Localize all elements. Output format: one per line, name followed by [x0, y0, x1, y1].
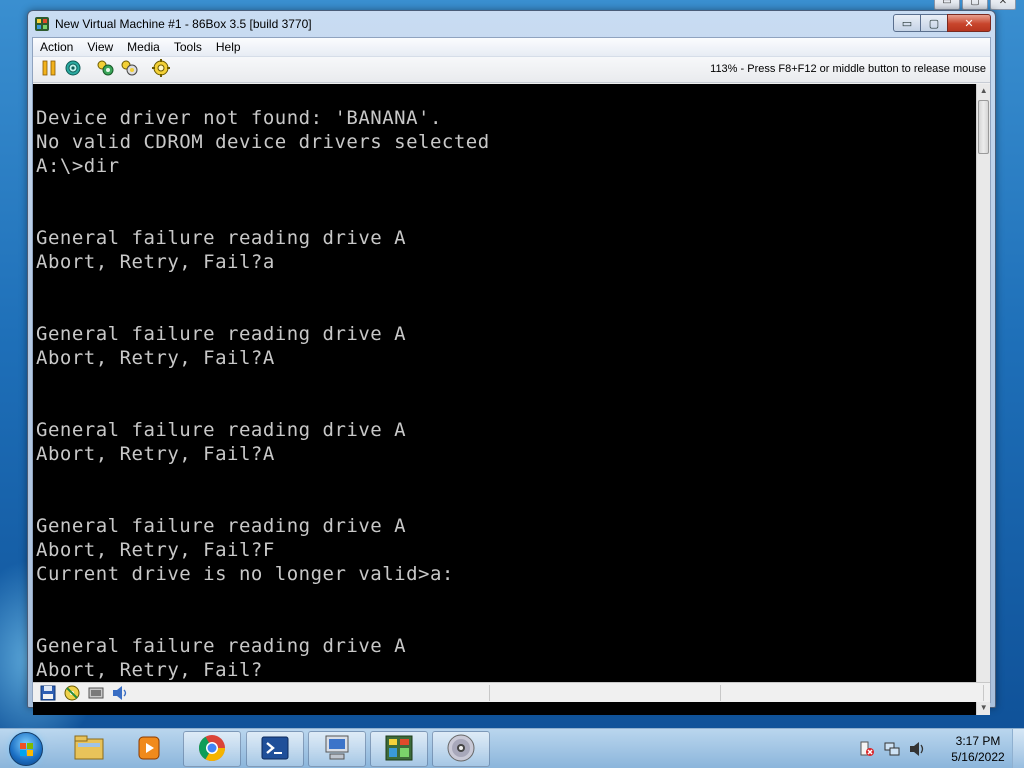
pause-button[interactable] — [39, 60, 59, 80]
toolbar: 113% - Press F8+F12 or middle button to … — [33, 57, 990, 83]
console-line: General failure reading drive A — [36, 515, 407, 537]
console-line: Abort, Retry, Fail?a — [36, 251, 275, 273]
action-center-icon[interactable] — [859, 741, 875, 757]
reset-button[interactable] — [95, 60, 115, 80]
taskbar-dvd[interactable] — [432, 731, 490, 767]
status-bar — [33, 682, 990, 702]
emulator-area: Device driver not found: 'BANANA'. No val… — [33, 84, 990, 715]
console-line: Abort, Retry, Fail? — [36, 659, 263, 681]
background-window-controls: ▭ ▢ ✕ — [934, 0, 1016, 10]
background-minimize-icon: ▭ — [934, 0, 960, 10]
taskbar-virtual-pc[interactable] — [308, 731, 366, 767]
media-player-icon — [135, 734, 163, 765]
chrome-icon — [197, 733, 227, 766]
console-line: General failure reading drive A — [36, 227, 407, 249]
console-line: General failure reading drive A — [36, 323, 407, 345]
mouse-release-status: 113% - Press F8+F12 or middle button to … — [710, 63, 986, 75]
window-controls: ▭ ▢ ✕ — [893, 14, 991, 32]
windows-logo-icon — [9, 732, 43, 766]
taskbar-powershell[interactable] — [246, 731, 304, 767]
console-line: Current drive is no longer valid>a: — [36, 563, 454, 585]
86box-app-icon[interactable] — [34, 16, 50, 32]
start-button[interactable] — [6, 732, 46, 766]
console-line: Device driver not found: 'BANANA'. — [36, 107, 442, 129]
status-bar-dividers — [489, 685, 990, 701]
console-line: Abort, Retry, Fail?F — [36, 539, 275, 561]
settings-icon — [152, 59, 170, 80]
network-tray-icon[interactable] — [884, 741, 900, 757]
hard-reset-icon — [120, 59, 138, 80]
taskbar-explorer[interactable] — [60, 731, 118, 767]
scroll-thumb[interactable] — [978, 100, 990, 154]
close-button[interactable]: ✕ — [947, 14, 991, 32]
vertical-scrollbar[interactable]: ▲ ▼ — [976, 84, 990, 715]
sound-icon[interactable] — [111, 685, 129, 701]
ctrl-alt-del-icon — [65, 60, 81, 79]
reset-icon — [96, 59, 114, 80]
background-close-icon: ✕ — [990, 0, 1016, 10]
menu-action[interactable]: Action — [33, 40, 80, 54]
clock-time: 3:17 PM — [955, 734, 1001, 748]
menu-tools[interactable]: Tools — [167, 40, 209, 54]
pause-icon — [41, 60, 57, 79]
taskbar-media-player[interactable] — [120, 731, 178, 767]
maximize-button[interactable]: ▢ — [920, 14, 948, 32]
hard-reset-button[interactable] — [119, 60, 139, 80]
window-title: New Virtual Machine #1 - 86Box 3.5 [buil… — [55, 17, 312, 31]
maximize-icon: ▢ — [928, 17, 940, 30]
taskbar-86box[interactable] — [370, 731, 428, 767]
powershell-icon — [260, 735, 290, 764]
console-line: General failure reading drive A — [36, 419, 407, 441]
window-client: Action View Media Tools Help 113% - Pres… — [32, 37, 991, 715]
volume-icon[interactable] — [909, 741, 925, 757]
menu-bar: Action View Media Tools Help — [33, 38, 990, 57]
menu-media[interactable]: Media — [120, 40, 167, 54]
console-line: Abort, Retry, Fail?A — [36, 443, 275, 465]
show-desktop-button[interactable] — [1012, 729, 1024, 768]
menu-view[interactable]: View — [80, 40, 120, 54]
clock[interactable]: 3:17 PM 5/16/2022 — [948, 733, 1008, 765]
network-icon[interactable] — [87, 685, 105, 701]
title-bar[interactable]: New Virtual Machine #1 - 86Box 3.5 [buil… — [28, 11, 995, 37]
close-icon: ✕ — [964, 17, 974, 30]
ctrl-alt-del-button[interactable] — [63, 60, 83, 80]
console-line: General failure reading drive A — [36, 635, 407, 657]
86box-icon — [384, 734, 414, 765]
dvd-icon — [446, 733, 476, 766]
menu-help[interactable]: Help — [209, 40, 248, 54]
vm-window: New Virtual Machine #1 - 86Box 3.5 [buil… — [27, 10, 996, 715]
dos-console: Device driver not found: 'BANANA'. No val… — [36, 106, 490, 682]
scroll-up-icon[interactable]: ▲ — [977, 84, 990, 98]
settings-button[interactable] — [151, 59, 171, 80]
taskbar-chrome[interactable] — [183, 731, 241, 767]
clock-date: 5/16/2022 — [951, 750, 1005, 764]
system-tray: 3:17 PM 5/16/2022 — [859, 729, 1008, 768]
taskbar: 3:17 PM 5/16/2022 — [0, 728, 1024, 768]
console-line: No valid CDROM device drivers selected — [36, 131, 490, 153]
scroll-down-icon[interactable]: ▼ — [977, 701, 990, 715]
console-line: A:\>dir — [36, 155, 120, 177]
floppy-icon[interactable] — [39, 685, 57, 701]
console-line: Abort, Retry, Fail?A — [36, 347, 275, 369]
background-maximize-icon: ▢ — [962, 0, 988, 10]
explorer-icon — [74, 735, 104, 764]
cdrom-icon[interactable] — [63, 685, 81, 701]
minimize-icon: ▭ — [901, 17, 913, 30]
virtual-pc-icon — [322, 734, 352, 765]
emulator-screen[interactable]: Device driver not found: 'BANANA'. No val… — [33, 84, 977, 715]
minimize-button[interactable]: ▭ — [893, 14, 921, 32]
